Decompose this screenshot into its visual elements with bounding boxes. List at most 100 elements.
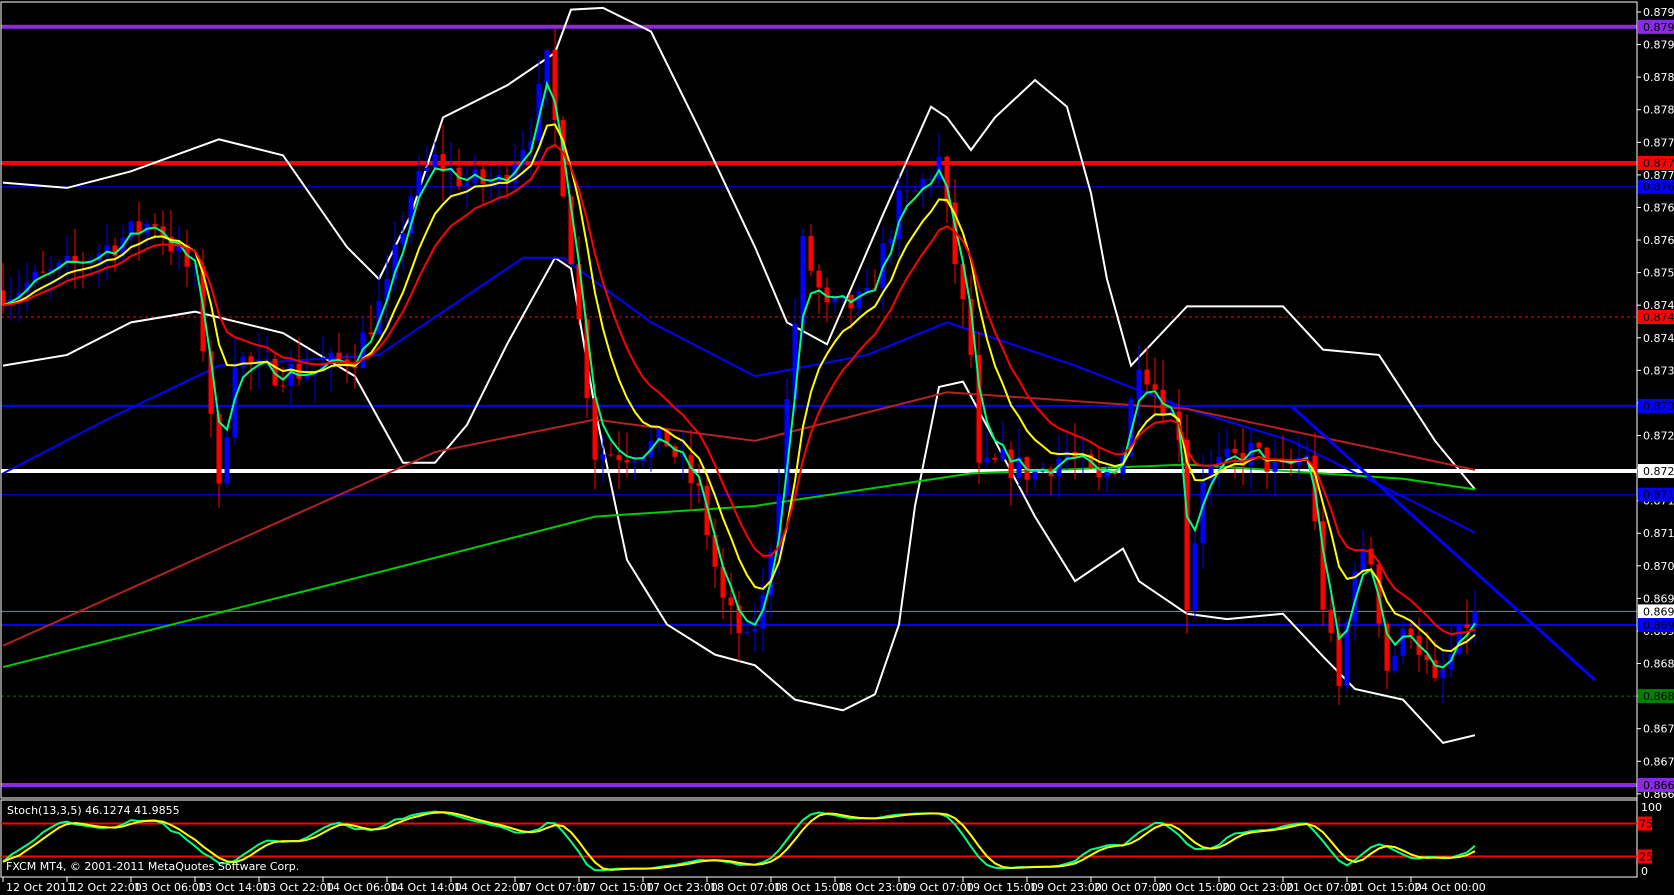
candle-body (808, 236, 814, 271)
candle-body (400, 233, 406, 245)
candle-body (1144, 369, 1150, 385)
candle-body (624, 460, 630, 463)
time-tick-label: 18 Oct 07:00 (710, 881, 782, 894)
candle-body (1152, 384, 1158, 390)
time-tick-label: 18 Oct 15:00 (774, 881, 846, 894)
price-tick-label: 0.86720 (1643, 755, 1674, 768)
price-level-tag-label: 0.87690 (1643, 181, 1674, 194)
candle-body (432, 153, 438, 168)
time-tick-label: 14 Oct 22:00 (454, 881, 526, 894)
candle-body (336, 352, 342, 360)
stochastic-level-tag-label: 25 (1639, 851, 1653, 864)
candle-body (280, 385, 286, 387)
stochastic-label: Stoch(13,3,5) 46.1274 41.9855 (7, 804, 180, 817)
candle-body (1464, 624, 1470, 628)
time-tick-label: 19 Oct 15:00 (966, 881, 1038, 894)
price-tick-label: 0.87930 (1643, 39, 1674, 52)
bollinger-lower-band (2, 256, 1476, 745)
candle-body (728, 597, 734, 606)
candle-body (1392, 655, 1398, 671)
main-plot (1, 6, 1637, 787)
time-tick-label: 17 Oct 23:00 (646, 881, 718, 894)
candle-body (544, 49, 550, 84)
candle-body (1104, 472, 1110, 478)
candle-body (616, 455, 622, 461)
price-tick-label: 0.87435 (1643, 332, 1674, 345)
time-tick-label: 13 Oct 06:00 (134, 881, 206, 894)
candle-body (856, 291, 862, 309)
price-tick-label: 0.87655 (1643, 201, 1674, 214)
time-tick-label: 24 Oct 00:00 (1414, 881, 1486, 894)
candle-body (1192, 543, 1198, 610)
candle-body (368, 332, 374, 335)
candle-body (632, 461, 638, 463)
price-tick-label: 0.86775 (1643, 723, 1674, 736)
price-tick-label: 0.87875 (1643, 71, 1674, 84)
candle-body (40, 271, 46, 273)
price-tick-label: 0.86995 (1643, 592, 1674, 605)
candle-body (480, 169, 486, 185)
price-level-tag-label: 0.87210 (1643, 465, 1674, 478)
price-level-tag-label: 0.86680 (1643, 779, 1674, 792)
candle-body (1400, 628, 1406, 656)
time-tick-label: 20 Oct 07:00 (1094, 881, 1166, 894)
candle-body (1008, 449, 1014, 478)
candle-body (832, 298, 838, 303)
price-tick-label: 0.87270 (1643, 429, 1674, 442)
candle-body (464, 182, 470, 187)
candle-body (1032, 471, 1038, 480)
time-tick-label: 12 Oct 2011 (6, 881, 74, 894)
time-tick-label: 17 Oct 15:00 (582, 881, 654, 894)
stochastic-level-tag-label: 75 (1639, 818, 1653, 831)
price-level-tag-label: 0.86830 (1643, 690, 1674, 703)
candle-body (240, 356, 246, 368)
candle-body (1328, 609, 1334, 633)
candle-body (248, 356, 254, 363)
moving-average-line (2, 256, 1476, 534)
main-panel-frame (0, 1, 1638, 799)
candle-body (904, 190, 910, 192)
fast-ema-line (2, 80, 1476, 669)
candle-body (816, 270, 822, 288)
stochastic-axis-label: 0 (1641, 865, 1648, 878)
time-tick-label: 13 Oct 14:00 (198, 881, 270, 894)
price-chart[interactable]: 0.87985 0.87930 0.87875 0.87820 0.87765 0.877… (0, 0, 1674, 895)
candle-body (1136, 369, 1142, 400)
price-level-tag-label: 0.87470 (1643, 311, 1674, 324)
copyright-text: FXCM MT4, © 2001-2011 MetaQuotes Softwar… (6, 860, 300, 873)
candle-body (992, 457, 998, 460)
candle-body (424, 167, 430, 171)
price-level-tag-label: 0.87960 (1643, 21, 1674, 34)
candle-body (1000, 449, 1006, 460)
price-tick-label: 0.87050 (1643, 560, 1674, 573)
candle-body (1256, 442, 1262, 448)
price-level-tag-label: 0.86950 (1643, 619, 1674, 632)
price-tick-label: 0.87600 (1643, 234, 1674, 247)
price-tick-label: 0.87985 (1643, 6, 1674, 19)
price-tick-label: 0.87545 (1643, 267, 1674, 280)
fast-ema-line (2, 123, 1476, 653)
candle-body (608, 454, 614, 456)
candle-body (1336, 632, 1342, 687)
price-tick-label: 0.87380 (1643, 364, 1674, 377)
candle-body (1224, 448, 1230, 457)
time-tick-label: 14 Oct 06:00 (326, 881, 398, 894)
candle-body (1440, 669, 1446, 679)
price-level-tag-label: 0.87320 (1643, 400, 1674, 413)
time-tick-label: 17 Oct 07:00 (518, 881, 590, 894)
price-tick-label: 0.86885 (1643, 658, 1674, 671)
time-tick-label: 20 Oct 15:00 (1158, 881, 1230, 894)
price-level-tag-label: 0.87730 (1643, 157, 1674, 170)
price-tick-label: 0.87765 (1643, 136, 1674, 149)
candle-body (600, 454, 606, 460)
candle-body (1408, 628, 1414, 636)
time-tick-label: 21 Oct 15:00 (1350, 881, 1422, 894)
time-tick-label: 12 Oct 22:00 (70, 881, 142, 894)
candle-body (744, 631, 750, 634)
price-tick-label: 0.87820 (1643, 104, 1674, 117)
candle-body (224, 437, 230, 484)
price-level-tag-label: 0.87170 (1643, 489, 1674, 502)
candle-body (264, 358, 270, 360)
candle-body (1456, 624, 1462, 655)
candle-body (912, 190, 918, 192)
